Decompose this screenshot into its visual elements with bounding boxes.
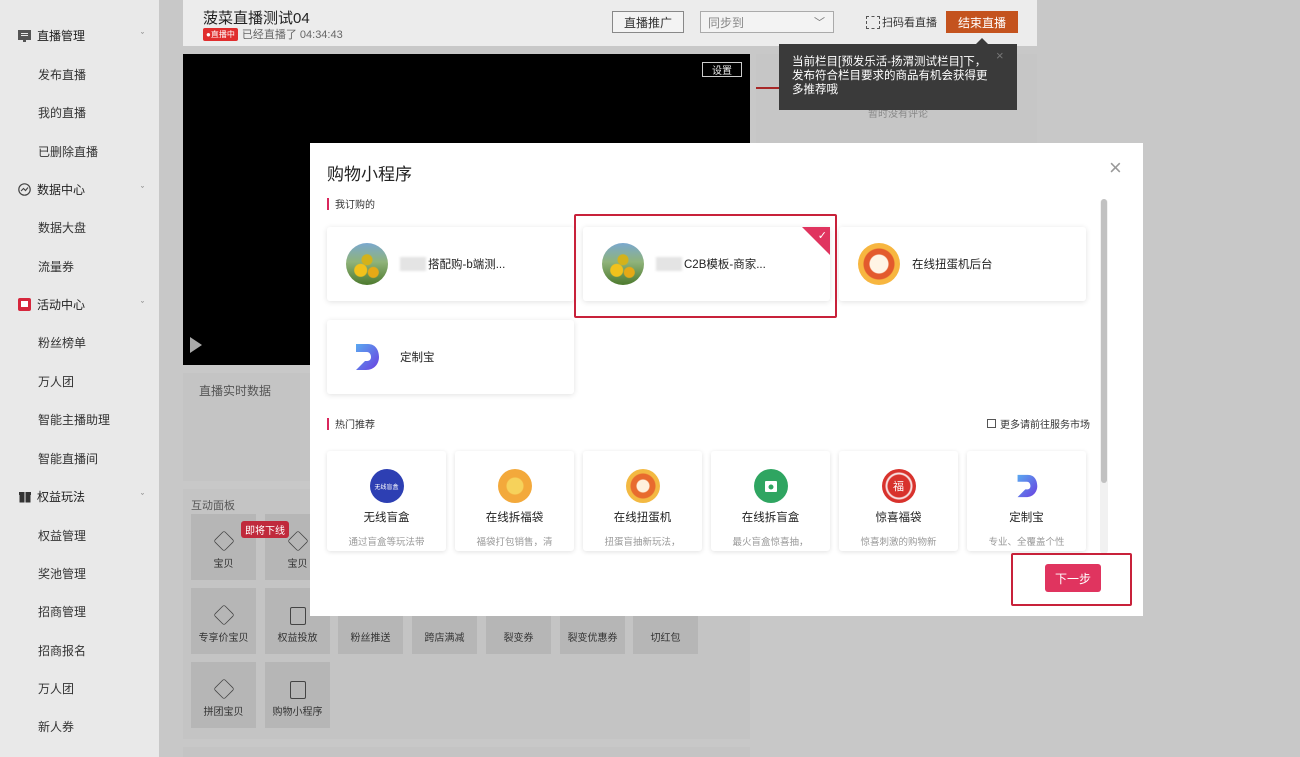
section-subscribed: 我订购的 <box>327 196 375 211</box>
miniapp-card-egg-machine-admin[interactable]: 在线扭蛋机后台 <box>839 227 1086 301</box>
video-settings-button[interactable]: 设置 <box>702 62 742 77</box>
hot-card-online-blindbox[interactable]: 在线拆盲盒 最火盲盒惊喜抽， <box>711 451 830 551</box>
live-title: 菠菜直播测试04 <box>203 10 310 27</box>
tag-icon <box>286 530 309 552</box>
chart-circle-icon <box>18 183 31 196</box>
sidebar-group-activity-center[interactable]: 活动中心 ˇ <box>18 296 144 313</box>
sidebar-item-deleted-live[interactable]: 已删除直播 <box>38 143 98 160</box>
qr-scan-icon <box>866 15 880 29</box>
deprecation-tag: 即将下线 <box>241 521 289 538</box>
tool-item-group-goods[interactable]: 拼团宝贝 <box>191 662 256 728</box>
green-box-icon <box>753 469 788 503</box>
egg-machine-avatar <box>858 243 900 285</box>
blurred-prefix <box>400 257 426 271</box>
sidebar-item-merchant-manage[interactable]: 招商管理 <box>38 603 86 620</box>
sidebar-item-smart-assistant[interactable]: 智能主播助理 <box>38 411 110 428</box>
hot-card-surprise-bag[interactable]: 福 惊喜福袋 惊喜刺激的购物新 <box>839 451 958 551</box>
sidebar-group-live-manage[interactable]: 直播管理 ˇ <box>18 27 144 44</box>
hot-card-egg-machine[interactable]: 在线扭蛋机 扭蛋盲抽新玩法， <box>583 451 702 551</box>
next-step-button[interactable]: 下一步 <box>1045 564 1101 592</box>
shopping-miniapp-modal: 购物小程序 × 我订购的 搭配购-b端测... C2B模板-商家... ✓ 在线… <box>310 143 1143 616</box>
blindbox-icon: 无线盲盒 <box>369 469 404 503</box>
chevron-down-icon: ﹀ <box>814 17 825 29</box>
sidebar-group-benefits[interactable]: 权益玩法 ˇ <box>18 488 144 505</box>
lucky-bag-icon <box>497 469 532 503</box>
selection-highlight-box <box>574 214 837 318</box>
sunflower-avatar <box>346 243 388 285</box>
end-live-button[interactable]: 结束直播 <box>946 11 1018 33</box>
tag-icon <box>212 678 235 700</box>
live-status: ●直播中 已经直播了 04:34:43 <box>203 26 343 42</box>
hot-card-lucky-bag[interactable]: 在线拆福袋 福袋打包销售，清 <box>455 451 574 551</box>
play-icon[interactable] <box>190 337 202 353</box>
sidebar-item-traffic-coupon[interactable]: 流量券 <box>38 258 74 275</box>
chevron-down-icon: ˇ <box>141 184 144 195</box>
chevron-down-icon: ˇ <box>141 491 144 502</box>
close-icon[interactable]: × <box>1109 157 1122 179</box>
scan-watch-button[interactable]: 扫码看直播 <box>866 14 937 30</box>
monitor-icon <box>18 29 31 42</box>
yen-box-icon <box>289 607 306 625</box>
chevron-down-icon: ˇ <box>141 299 144 310</box>
external-link-icon <box>987 419 996 428</box>
miniapp-card-dapeigou[interactable]: 搭配购-b端测... <box>327 227 574 301</box>
hot-card-dingzhibao[interactable]: 定制宝 专业、全覆盖个性 <box>967 451 1086 551</box>
tooltip-close-icon[interactable]: × <box>996 49 1004 62</box>
sidebar-item-my-live[interactable]: 我的直播 <box>38 104 86 121</box>
live-duration: 已经直播了 04:34:43 <box>241 29 343 41</box>
activity-flag-icon <box>18 298 31 311</box>
section-hot: 热门推荐 <box>327 416 375 431</box>
tool-item-shopping-miniapp[interactable]: 购物小程序 <box>265 662 330 728</box>
sidebar: 直播管理 ˇ 发布直播 我的直播 已删除直播 数据中心 ˇ 数据大盘 流量券 活… <box>0 0 159 757</box>
sidebar-item-smart-live-room[interactable]: 智能直播间 <box>38 450 98 467</box>
sync-to-select[interactable]: 同步到 ﹀ <box>700 11 834 33</box>
live-badge: ●直播中 <box>203 27 238 41</box>
hot-card-wireless-blindbox[interactable]: 无线盲盒 无线盲盒 通过盲盒等玩法带 <box>327 451 446 551</box>
modal-title: 购物小程序 <box>327 165 412 184</box>
dingzhibao-logo-icon <box>352 340 382 374</box>
bottom-panel <box>183 747 750 757</box>
category-tooltip: 当前栏目[预发乐活-扬渭测试栏目]下，发布符合栏目要求的商品有机会获得更多推荐哦 <box>779 44 1017 110</box>
fortune-icon: 福 <box>881 469 916 503</box>
gift-box-icon <box>18 490 31 503</box>
sidebar-group-data-center[interactable]: 数据中心 ˇ <box>18 181 144 198</box>
interaction-panel-title: 互动面板 <box>191 500 235 512</box>
sidebar-item-publish-live[interactable]: 发布直播 <box>38 66 86 83</box>
sidebar-item-data-dashboard[interactable]: 数据大盘 <box>38 219 86 236</box>
sidebar-item-prize-pool[interactable]: 奖池管理 <box>38 565 86 582</box>
egg-machine-icon <box>625 469 660 503</box>
sidebar-item-fan-ranking[interactable]: 粉丝榜单 <box>38 334 86 351</box>
realtime-data-title: 直播实时数据 <box>199 384 272 398</box>
service-market-link[interactable]: 更多请前往服务市场 <box>987 416 1090 431</box>
sidebar-item-merchant-signup[interactable]: 招商报名 <box>38 642 86 659</box>
tag-icon <box>212 530 235 552</box>
sidebar-item-group-buy-2[interactable]: 万人团 <box>38 680 74 697</box>
tag-icon <box>212 604 235 626</box>
chevron-down-icon: ˇ <box>141 30 144 41</box>
sidebar-item-group-buy[interactable]: 万人团 <box>38 373 74 390</box>
modal-scrollbar-thumb[interactable] <box>1101 199 1107 483</box>
terminal-bag-icon <box>289 681 306 699</box>
sidebar-item-benefit-manage[interactable]: 权益管理 <box>38 527 86 544</box>
sidebar-item-new-user-coupon[interactable]: 新人券 <box>38 718 74 735</box>
dingzhibao-logo-icon <box>1009 469 1044 503</box>
section-marker <box>327 197 329 210</box>
promote-button[interactable]: 直播推广 <box>612 11 684 33</box>
tool-item-exclusive-price[interactable]: 专享价宝贝 <box>191 588 256 654</box>
section-marker <box>327 417 329 430</box>
miniapp-card-dingzhibao[interactable]: 定制宝 <box>327 320 574 394</box>
